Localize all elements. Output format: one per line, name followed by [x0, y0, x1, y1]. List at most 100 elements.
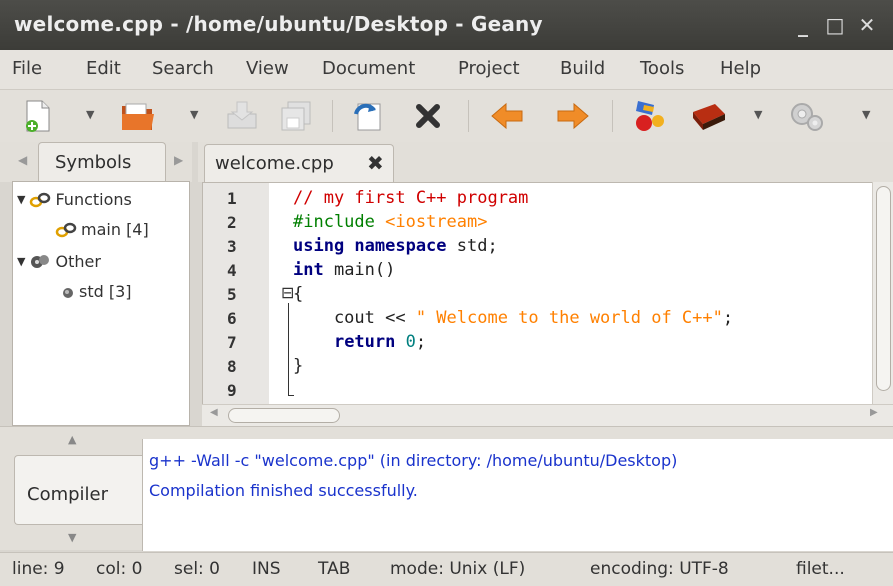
line-number: 7 [227, 333, 237, 352]
line-number: 6 [227, 309, 237, 328]
status-filetype: filet... [796, 559, 845, 579]
reload-icon[interactable] [348, 96, 388, 136]
toolbar-separator [332, 100, 333, 132]
new-file-dropdown-arrow[interactable]: ▼ [86, 108, 94, 121]
toolbar-separator [468, 100, 469, 132]
compile-icon[interactable] [628, 96, 668, 136]
menu-project[interactable]: Project [458, 58, 520, 79]
build-icon[interactable] [688, 96, 728, 136]
menu-help[interactable]: Help [720, 58, 761, 79]
expander-icon[interactable]: ▼ [17, 255, 25, 268]
save-all-icon[interactable] [276, 96, 316, 136]
toolbar: ▼ ▼ ▼ ▼ [0, 90, 893, 142]
maximize-button[interactable]: □ [822, 12, 848, 38]
tree-item-other[interactable]: ▼ Other [17, 252, 101, 271]
code-line: // my first C++ program [293, 188, 529, 208]
code-line: int main() [293, 260, 396, 280]
expander-icon[interactable]: ▼ [17, 193, 25, 206]
build-dropdown-arrow[interactable]: ▼ [754, 108, 762, 121]
code-line: using namespace std; [293, 236, 498, 256]
code-line: #include <iostream> [293, 212, 487, 232]
tab-scroll-down-icon[interactable]: ▼ [68, 531, 76, 544]
menu-edit[interactable]: Edit [86, 58, 121, 79]
menu-tools[interactable]: Tools [640, 58, 684, 79]
compiler-message: g++ -Wall -c "welcome.cpp" (in directory… [149, 451, 678, 470]
menu-search[interactable]: Search [152, 58, 214, 79]
code-editor[interactable]: 1 2 3 4 5 6 7 8 9 ⊟ // my first C++ prog… [202, 182, 893, 405]
menu-file[interactable]: File [12, 58, 42, 79]
tab-scroll-right-icon[interactable]: ▶ [174, 153, 183, 167]
editor-horizontal-scrollbar[interactable]: ◀ ▶ [202, 404, 893, 426]
close-file-icon[interactable] [408, 96, 448, 136]
forward-icon[interactable] [552, 96, 592, 136]
execute-icon[interactable] [786, 96, 826, 136]
symbols-panel: ▼ Functions main [4] ▼ Other std [3] [12, 181, 190, 426]
line-number-gutter: 1 2 3 4 5 6 7 8 9 [203, 183, 269, 405]
editor-tabs: welcome.cpp ✖ [198, 142, 893, 182]
function-icon [30, 192, 51, 207]
scroll-left-arrow-icon[interactable]: ◀ [210, 407, 218, 418]
message-window: ▲ Compiler ▼ g++ -Wall -c "welcome.cpp" … [0, 426, 893, 551]
status-encoding: encoding: UTF-8 [590, 559, 729, 579]
close-window-button[interactable]: ✕ [854, 12, 880, 38]
menu-build[interactable]: Build [560, 58, 605, 79]
status-sel: sel: 0 [174, 559, 220, 579]
tree-item-label: Other [55, 252, 101, 271]
execute-dropdown-arrow[interactable]: ▼ [862, 108, 870, 121]
new-file-icon[interactable] [18, 96, 58, 136]
line-number: 8 [227, 357, 237, 376]
tab-label: welcome.cpp [215, 153, 334, 174]
tab-scroll-left-icon[interactable]: ◀ [18, 153, 27, 167]
minimize-button[interactable]: _ [790, 12, 816, 38]
function-icon [55, 222, 77, 237]
tree-item-main[interactable]: main [4] [55, 220, 149, 239]
include-target: <iostream> [385, 212, 488, 232]
status-line-ending: mode: Unix (LF) [390, 559, 526, 579]
tree-item-label: Functions [55, 190, 132, 209]
back-icon[interactable] [488, 96, 528, 136]
fold-line [288, 303, 289, 395]
close-tab-icon[interactable]: ✖ [367, 151, 384, 175]
code-line: return 0; [333, 332, 427, 352]
line-number: 1 [227, 189, 237, 208]
scrollbar-thumb[interactable] [228, 408, 340, 423]
compiler-output[interactable]: g++ -Wall -c "welcome.cpp" (in directory… [142, 439, 893, 551]
status-indent-mode: TAB [318, 559, 351, 579]
open-file-dropdown-arrow[interactable]: ▼ [190, 108, 198, 121]
status-col: col: 0 [96, 559, 143, 579]
toolbar-separator [612, 100, 613, 132]
tree-item-label: main [4] [81, 220, 149, 239]
other-icon [31, 254, 50, 268]
scroll-right-arrow-icon[interactable]: ▶ [870, 407, 878, 418]
window-title: welcome.cpp - /home/ubuntu/Desktop - Gea… [14, 12, 543, 36]
menu-document[interactable]: Document [322, 58, 415, 79]
tree-item-std[interactable]: std [3] [61, 282, 132, 301]
scrollbar-thumb[interactable] [876, 186, 891, 391]
tab-scroll-up-icon[interactable]: ▲ [68, 433, 76, 446]
tab-compiler[interactable]: Compiler [14, 455, 142, 525]
menu-view[interactable]: View [246, 58, 289, 79]
tab-welcome-cpp[interactable]: welcome.cpp ✖ [204, 144, 394, 182]
code-line: } [293, 356, 304, 376]
tree-item-functions[interactable]: ▼ Functions [17, 190, 132, 209]
save-icon[interactable] [222, 96, 262, 136]
line-number: 4 [227, 261, 237, 280]
line-number: 2 [227, 213, 237, 232]
status-insert-mode: INS [252, 559, 281, 579]
tree-item-label: std [3] [79, 282, 132, 301]
sidebar-tabs: ◀ Symbols ▶ [0, 142, 192, 182]
line-number: 9 [227, 381, 237, 400]
title-bar: welcome.cpp - /home/ubuntu/Desktop - Gea… [0, 0, 893, 50]
tab-symbols-label: Symbols [55, 152, 132, 173]
tab-symbols[interactable]: Symbols [38, 142, 166, 182]
open-file-icon[interactable] [118, 96, 158, 136]
status-bar: line: 9 col: 0 sel: 0 INS TAB mode: Unix… [0, 552, 893, 586]
line-number: 5 [227, 285, 237, 304]
preprocessor-directive: #include [293, 212, 386, 232]
status-line: line: 9 [12, 559, 65, 579]
editor-vertical-scrollbar[interactable] [872, 182, 893, 404]
menu-bar: File Edit Search View Document Project B… [0, 50, 893, 90]
namespace-icon [63, 287, 73, 298]
line-number: 3 [227, 237, 237, 256]
fold-line-end [288, 395, 294, 396]
